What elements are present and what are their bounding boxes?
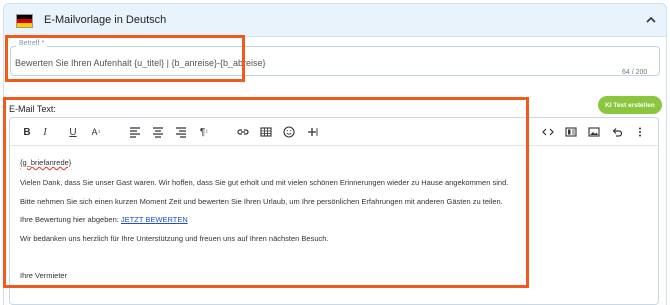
subject-label: Betreff *	[16, 40, 48, 47]
template-icon[interactable]	[563, 124, 579, 140]
image-icon[interactable]	[586, 124, 602, 140]
insert-more-icon[interactable]	[304, 124, 320, 140]
body-line-1: Vielen Dank, dass Sie unser Gast waren. …	[20, 178, 509, 187]
body-line-3: Ihre Bewertung hier abgeben: JETZT BEWER…	[20, 215, 188, 224]
link-icon[interactable]	[235, 124, 251, 140]
germany-flag-icon	[16, 14, 33, 28]
font-size-icon[interactable]: A ↕	[88, 124, 104, 140]
review-link[interactable]: JETZT BEWERTEN	[121, 215, 188, 224]
signature: Ihre Vermieter	[20, 271, 68, 280]
subject-input[interactable]	[15, 56, 275, 70]
body-line-2: Bitte nehmen Sie sich einen kurzen Momen…	[20, 197, 503, 206]
code-view-icon[interactable]	[540, 124, 556, 140]
char-count: 64 / 200	[622, 69, 648, 76]
review-prompt: Ihre Bewertung hier abgeben:	[20, 215, 119, 224]
bold-icon[interactable]: B	[19, 124, 35, 140]
chevron-up-icon[interactable]	[644, 13, 658, 27]
paragraph-icon[interactable]: ¶ ↕	[196, 124, 212, 140]
ai-generate-button[interactable]: KI Text erstellen	[598, 96, 662, 114]
email-text-label: E-Mail Text:	[9, 104, 56, 114]
salutation-placeholder: {g_briefanrede}	[20, 158, 72, 167]
table-icon[interactable]	[258, 124, 274, 140]
more-options-icon[interactable]	[632, 124, 648, 140]
accordion-title: E-Mailvorlage in Deutsch	[44, 14, 167, 26]
underline-icon[interactable]: U	[65, 124, 81, 140]
align-center-icon[interactable]	[150, 124, 166, 140]
italic-icon[interactable]: I	[37, 124, 53, 140]
align-right-icon[interactable]	[173, 124, 189, 140]
emoji-icon[interactable]	[281, 124, 297, 140]
editor-toolbar	[10, 118, 658, 146]
align-left-icon[interactable]	[127, 124, 143, 140]
accordion-header[interactable]: E-Mailvorlage in Deutsch	[3, 3, 667, 37]
undo-icon[interactable]	[609, 124, 625, 140]
body-line-4: Wir bedanken uns herzlich für Ihre Unter…	[20, 234, 329, 243]
